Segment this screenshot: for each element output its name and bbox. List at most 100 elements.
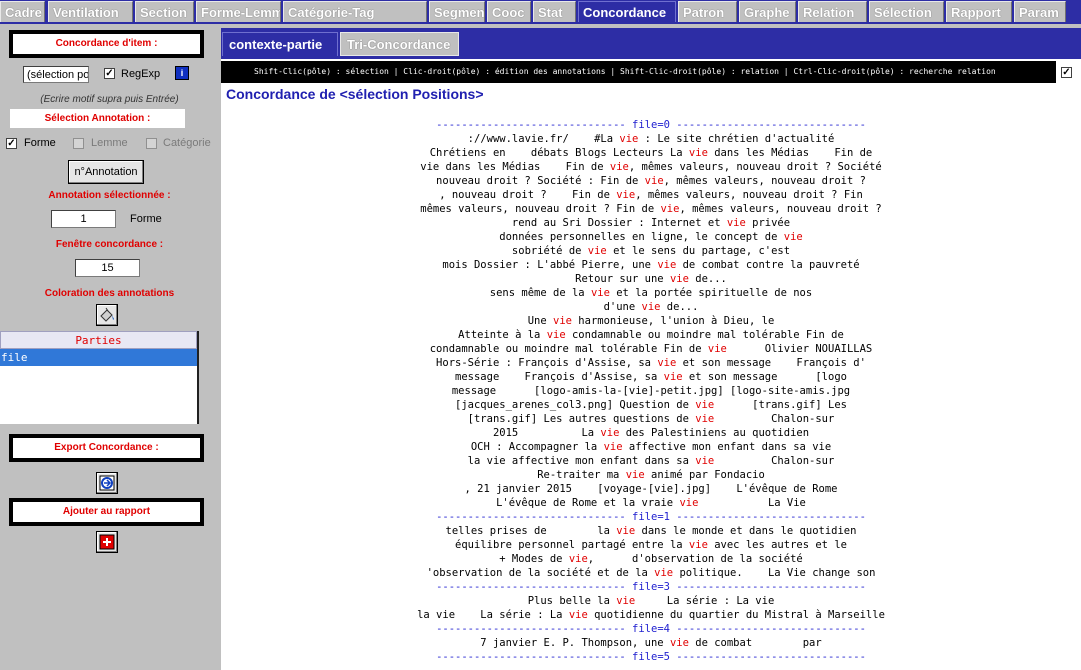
concordance-line[interactable]: message [logo-amis-la-[vie]-petit.jpg] […: [221, 384, 1081, 398]
concordance-line[interactable]: mêmes valeurs, nouveau droit ? Fin de vi…: [221, 202, 1081, 216]
keyword-pole[interactable]: vie: [679, 497, 698, 509]
concordance-line[interactable]: d'une vie de...: [221, 300, 1081, 314]
keyword-pole[interactable]: vie: [642, 301, 661, 313]
concordance-line[interactable]: sens même de la vie et la portée spiritu…: [221, 286, 1081, 300]
keyword-pole[interactable]: vie: [695, 399, 714, 411]
tab-contexte-partie[interactable]: contexte-partie: [222, 32, 338, 56]
concordance-line[interactable]: [jacques_arenes_col3.png] Question de vi…: [221, 398, 1081, 412]
concordance-line[interactable]: Atteinte à la vie condamnable ou moindre…: [221, 328, 1081, 342]
selected-annotation-input[interactable]: 1: [51, 210, 116, 228]
concordance-line[interactable]: mois Dossier : L'abbé Pierre, une vie de…: [221, 258, 1081, 272]
keyword-pole[interactable]: vie: [660, 203, 679, 215]
file-separator[interactable]: ------------------------------ file=4 --…: [221, 622, 1081, 636]
keyword-pole[interactable]: vie: [657, 259, 676, 271]
annotation-number-button[interactable]: n°Annotation: [68, 160, 144, 184]
concordance-line[interactable]: + Modes de vie, d'observation de la soci…: [221, 552, 1081, 566]
menu-tab-graphe[interactable]: Graphe: [739, 1, 796, 22]
concordance-line[interactable]: [trans.gif] Les autres questions de vie …: [221, 412, 1081, 426]
keyword-pole[interactable]: vie: [569, 609, 588, 621]
file-separator[interactable]: ------------------------------ file=5 --…: [221, 650, 1081, 664]
concordance-line[interactable]: 7 janvier E. P. Thompson, une vie de com…: [221, 636, 1081, 650]
window-size-input[interactable]: 15: [75, 259, 140, 277]
concordance-line[interactable]: la vie La série : La vie quotidienne du …: [221, 608, 1081, 622]
keyword-pole[interactable]: vie: [689, 147, 708, 159]
keyword-pole[interactable]: vie: [616, 189, 635, 201]
menu-tab-param[interactable]: Param: [1014, 1, 1066, 22]
info-icon[interactable]: i: [175, 66, 189, 80]
concordance-line[interactable]: condamnable ou moindre mal tolérable Fin…: [221, 342, 1081, 356]
keyword-pole[interactable]: vie: [604, 441, 623, 453]
concordance-line[interactable]: Retour sur une vie de...: [221, 272, 1081, 286]
pattern-input[interactable]: (sélection po: [23, 66, 89, 83]
concordance-line[interactable]: Re-traiter ma vie animé par Fondacio: [221, 468, 1081, 482]
concordance-line[interactable]: L'évêque de Rome et la vraie vie La Vie: [221, 496, 1081, 510]
menu-tab-section[interactable]: Section: [135, 1, 194, 22]
forme-checkbox[interactable]: ✓: [6, 138, 17, 149]
menu-tab-rapport[interactable]: Rapport: [946, 1, 1012, 22]
categorie-checkbox[interactable]: [146, 138, 157, 149]
menu-tab-ventilation[interactable]: Ventilation: [48, 1, 133, 22]
keyword-pole[interactable]: vie: [616, 525, 635, 537]
concordance-line[interactable]: vie dans les Médias Fin de vie, mêmes va…: [221, 160, 1081, 174]
keyword-pole[interactable]: vie: [626, 469, 645, 481]
add-to-report-icon[interactable]: [96, 531, 118, 553]
keyword-pole[interactable]: vie: [695, 455, 714, 467]
keyword-pole[interactable]: vie: [588, 245, 607, 257]
concordance-line[interactable]: message François d'Assise, sa vie et son…: [221, 370, 1081, 384]
concordance-line[interactable]: , 21 janvier 2015 [voyage-[vie].jpg] L'é…: [221, 482, 1081, 496]
menu-tab-cooc[interactable]: Cooc: [487, 1, 531, 22]
file-separator[interactable]: ------------------------------ file=0 --…: [221, 118, 1081, 132]
concordance-line[interactable]: la vie affective mon enfant dans sa vie …: [221, 454, 1081, 468]
concordance-line[interactable]: équilibre personnel partagé entre la vie…: [221, 538, 1081, 552]
lemme-checkbox[interactable]: [73, 138, 84, 149]
concordance-line[interactable]: Hors-Série : François d'Assise, sa vie e…: [221, 356, 1081, 370]
keyword-pole[interactable]: vie: [569, 553, 588, 565]
keyword-pole[interactable]: vie: [708, 343, 727, 355]
keyword-pole[interactable]: vie: [654, 567, 673, 579]
keyword-pole[interactable]: vie: [616, 595, 635, 607]
concordance-line[interactable]: nouveau droit ? Société : Fin de vie, mê…: [221, 174, 1081, 188]
menu-tab-s-lection[interactable]: Sélection: [869, 1, 944, 22]
menu-tab-cadre[interactable]: Cadre: [0, 1, 45, 22]
keyword-pole[interactable]: vie: [553, 315, 572, 327]
keyword-pole[interactable]: vie: [670, 637, 689, 649]
menu-tab-concordance[interactable]: Concordance: [578, 1, 676, 22]
keyword-pole[interactable]: vie: [610, 161, 629, 173]
concordance-line[interactable]: 'observation de la société et de la vie …: [221, 566, 1081, 580]
concordance-line[interactable]: rend au Sri Dossier : Internet et vie pr…: [221, 216, 1081, 230]
keyword-pole[interactable]: vie: [547, 329, 566, 341]
menu-tab-cat-gorie-tag[interactable]: Catégorie-Tag: [283, 1, 427, 22]
concordance-line[interactable]: telles prises de la vie dans le monde et…: [221, 524, 1081, 538]
keyword-pole[interactable]: vie: [670, 273, 689, 285]
keyword-pole[interactable]: vie: [689, 539, 708, 551]
concordance-line[interactable]: 2015 La vie des Palestiniens au quotidie…: [221, 426, 1081, 440]
export-icon[interactable]: [96, 472, 118, 494]
file-separator[interactable]: ------------------------------ file=1 --…: [221, 510, 1081, 524]
keyword-pole[interactable]: vie: [727, 217, 746, 229]
regexp-checkbox[interactable]: ✓: [104, 68, 115, 79]
menu-tab-segment[interactable]: Segment: [429, 1, 485, 22]
keyword-pole[interactable]: vie: [657, 357, 676, 369]
keyword-pole[interactable]: vie: [591, 287, 610, 299]
menu-tab-relation[interactable]: Relation: [798, 1, 867, 22]
file-separator[interactable]: ------------------------------ file=3 --…: [221, 580, 1081, 594]
menu-tab-forme-lemme[interactable]: Forme-Lemme: [196, 1, 281, 22]
concordance-line[interactable]: Une vie harmonieuse, l'union à Dieu, le: [221, 314, 1081, 328]
concordance-line[interactable]: données personnelles en ligne, le concep…: [221, 230, 1081, 244]
concordance-line[interactable]: , nouveau droit ? Fin de vie, mêmes vale…: [221, 188, 1081, 202]
menu-tab-stat[interactable]: Stat: [533, 1, 576, 22]
keyword-pole[interactable]: vie: [664, 371, 683, 383]
menu-tab-patron[interactable]: Patron: [678, 1, 737, 22]
concordance-line[interactable]: Chrétiens en débats Blogs Lecteurs La vi…: [221, 146, 1081, 160]
keyword-pole[interactable]: vie: [695, 413, 714, 425]
keyword-pole[interactable]: vie: [600, 427, 619, 439]
instructions-checkbox[interactable]: ✓: [1061, 67, 1072, 78]
tab-tri-concordance[interactable]: Tri-Concordance: [340, 32, 459, 56]
keyword-pole[interactable]: vie: [645, 175, 664, 187]
concordance-line[interactable]: sobriété de vie et le sens du partage, c…: [221, 244, 1081, 258]
concordance-line[interactable]: ://www.lavie.fr/ #La vie : Le site chrét…: [221, 132, 1081, 146]
keyword-pole[interactable]: vie: [784, 231, 803, 243]
keyword-pole[interactable]: vie: [619, 133, 638, 145]
paint-bucket-icon[interactable]: [96, 304, 118, 326]
concordance-line[interactable]: Plus belle la vie La série : La vie: [221, 594, 1081, 608]
